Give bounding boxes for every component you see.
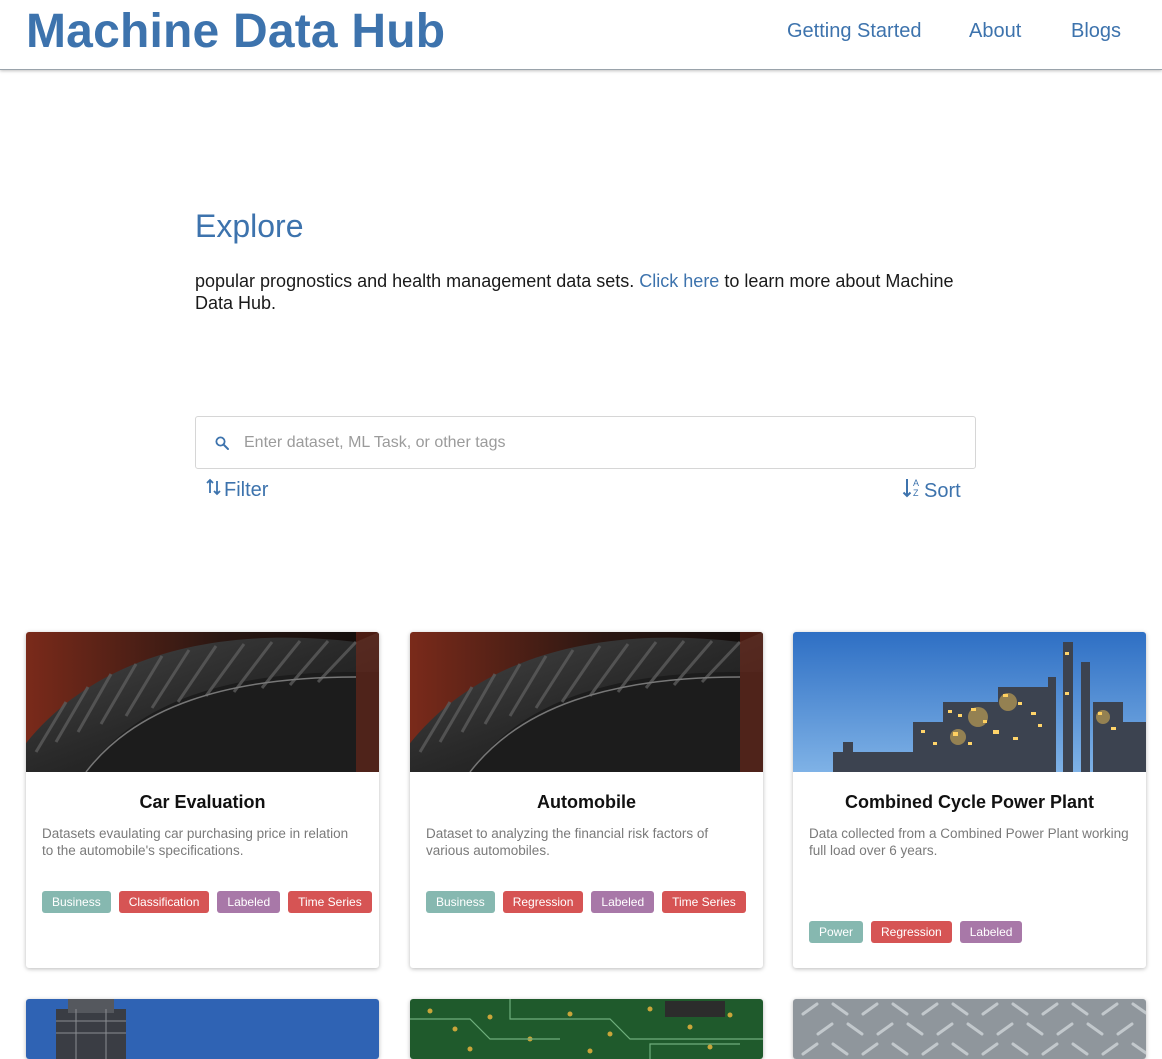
nav-blogs[interactable]: Blogs xyxy=(1071,20,1121,43)
intro-text: popular prognostics and health managemen… xyxy=(195,270,975,314)
filter-label: Filter xyxy=(224,478,269,501)
tag[interactable]: Regression xyxy=(502,891,584,913)
diamond-plate-image xyxy=(793,999,1146,1059)
tire-image xyxy=(26,632,379,772)
tag[interactable]: Business xyxy=(42,891,111,913)
svg-text:A: A xyxy=(913,478,919,488)
search-box xyxy=(195,416,976,469)
power-plant-image xyxy=(793,632,1146,772)
top-bar: Machine Data Hub Getting Started About B… xyxy=(0,0,1162,70)
dataset-card[interactable] xyxy=(410,999,763,1059)
tag-list: Business Regression Labeled Time Series xyxy=(426,891,756,913)
card-title[interactable]: Combined Cycle Power Plant xyxy=(793,792,1146,813)
nav-about[interactable]: About xyxy=(969,20,1021,43)
card-description: Dataset to analyzing the financial risk … xyxy=(426,826,709,858)
tag-list: Business Classification Labeled Time Ser… xyxy=(42,891,372,913)
tag[interactable]: Business xyxy=(426,891,495,913)
svg-text:Z: Z xyxy=(913,488,919,498)
dataset-card[interactable]: Combined Cycle Power Plant Data collecte… xyxy=(793,632,1146,968)
card-description: Data collected from a Combined Power Pla… xyxy=(809,826,1129,858)
sort-az-icon: AZ xyxy=(902,477,924,505)
search-input[interactable] xyxy=(244,429,944,457)
dataset-card[interactable] xyxy=(793,999,1146,1059)
dataset-card[interactable]: Automobile Dataset to analyzing the fina… xyxy=(410,632,763,968)
sort-label: Sort xyxy=(924,479,961,502)
card-title[interactable]: Automobile xyxy=(410,792,763,813)
dataset-card[interactable]: Car Evaluation Datasets evaulating car p… xyxy=(26,632,379,968)
card-title[interactable]: Car Evaluation xyxy=(26,792,379,813)
card-description: Datasets evaulating car purchasing price… xyxy=(42,826,349,858)
sort-button[interactable]: AZ Sort xyxy=(902,477,961,505)
search-icon xyxy=(213,434,231,452)
page-title: Explore xyxy=(195,208,304,244)
tag[interactable]: Time Series xyxy=(662,891,746,913)
nav-getting-started[interactable]: Getting Started xyxy=(787,20,922,43)
filter-button[interactable]: Filter xyxy=(206,477,268,503)
intro-text-start: popular prognostics and health managemen… xyxy=(195,271,640,291)
tag[interactable]: Labeled xyxy=(591,891,655,913)
dataset-card[interactable] xyxy=(26,999,379,1059)
tire-image xyxy=(410,632,763,772)
tag[interactable]: Time Series xyxy=(288,891,372,913)
circuit-board-image xyxy=(410,999,763,1059)
tag-list: Power Regression Labeled xyxy=(809,921,1139,943)
tag[interactable]: Power xyxy=(809,921,864,943)
tower-image xyxy=(26,999,379,1059)
learn-more-link[interactable]: Click here xyxy=(639,271,719,291)
tag[interactable]: Regression xyxy=(871,921,952,943)
tag[interactable]: Labeled xyxy=(217,891,281,913)
tag[interactable]: Labeled xyxy=(959,921,1023,943)
tag[interactable]: Classification xyxy=(118,891,210,913)
filter-icon xyxy=(206,477,224,503)
site-logo[interactable]: Machine Data Hub xyxy=(26,4,445,59)
